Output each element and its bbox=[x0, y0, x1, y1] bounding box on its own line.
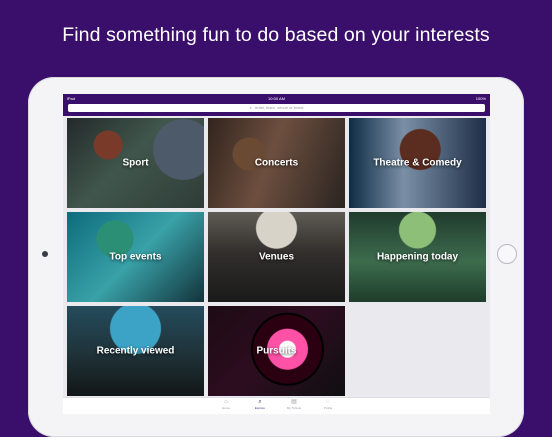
tile-venues-label: Venues bbox=[258, 251, 295, 263]
category-grid: Sport Concerts Theatre & Comedy Top even… bbox=[67, 118, 486, 398]
status-bar: iPad 10:00 AM 100% bbox=[63, 94, 490, 102]
tile-sport[interactable]: Sport bbox=[67, 118, 204, 208]
nav-explore[interactable]: ⌕ Explore bbox=[245, 399, 275, 413]
tile-top-events-label: Top events bbox=[109, 251, 162, 263]
home-icon: ⌂ bbox=[224, 399, 228, 405]
search-icon: ⌕ bbox=[249, 105, 252, 110]
search-bar-container: ⌕ Artist, team, venue or event bbox=[63, 102, 490, 116]
search-placeholder: Artist, team, venue or event bbox=[254, 105, 304, 110]
nav-my-tickets[interactable]: ▤ My Tickets bbox=[279, 399, 309, 413]
tile-sport-label: Sport bbox=[122, 157, 149, 169]
tile-pursuits[interactable]: Pursuits bbox=[208, 306, 345, 396]
tile-theatre-comedy-label: Theatre & Comedy bbox=[373, 157, 462, 169]
tile-recently-viewed-label: Recently viewed bbox=[96, 345, 175, 357]
explore-icon: ⌕ bbox=[258, 399, 262, 405]
tile-concerts-label: Concerts bbox=[254, 157, 299, 169]
tile-pursuits-label: Pursuits bbox=[256, 345, 297, 357]
camera-icon bbox=[42, 251, 48, 257]
nav-profile-label: Profile bbox=[323, 406, 333, 410]
tickets-icon: ▤ bbox=[291, 399, 297, 405]
search-input[interactable]: ⌕ Artist, team, venue or event bbox=[68, 104, 485, 112]
nav-home-label: Home bbox=[221, 406, 230, 410]
nav-home[interactable]: ⌂ Home bbox=[211, 399, 241, 413]
home-button[interactable] bbox=[497, 244, 517, 264]
tile-venues[interactable]: Venues bbox=[208, 212, 345, 302]
app-screen: iPad 10:00 AM 100% ⌕ Artist, team, venue… bbox=[63, 94, 490, 414]
tile-happening-today-label: Happening today bbox=[376, 251, 459, 263]
status-battery: 100% bbox=[475, 95, 486, 101]
nav-my-tickets-label: My Tickets bbox=[286, 406, 302, 410]
bottom-navigation: ⌂ Home ⌕ Explore ▤ My Tickets ◌ Profile bbox=[63, 397, 490, 414]
tile-concerts[interactable]: Concerts bbox=[208, 118, 345, 208]
nav-profile[interactable]: ◌ Profile bbox=[313, 399, 343, 413]
tile-happening-today[interactable]: Happening today bbox=[349, 212, 486, 302]
status-time: 10:00 AM bbox=[268, 95, 285, 101]
tile-recently-viewed[interactable]: Recently viewed bbox=[67, 306, 204, 396]
tile-theatre-comedy[interactable]: Theatre & Comedy bbox=[349, 118, 486, 208]
nav-explore-label: Explore bbox=[254, 406, 266, 410]
page-headline: Find something fun to do based on your i… bbox=[62, 24, 490, 46]
profile-icon: ◌ bbox=[326, 399, 330, 405]
tile-top-events[interactable]: Top events bbox=[67, 212, 204, 302]
